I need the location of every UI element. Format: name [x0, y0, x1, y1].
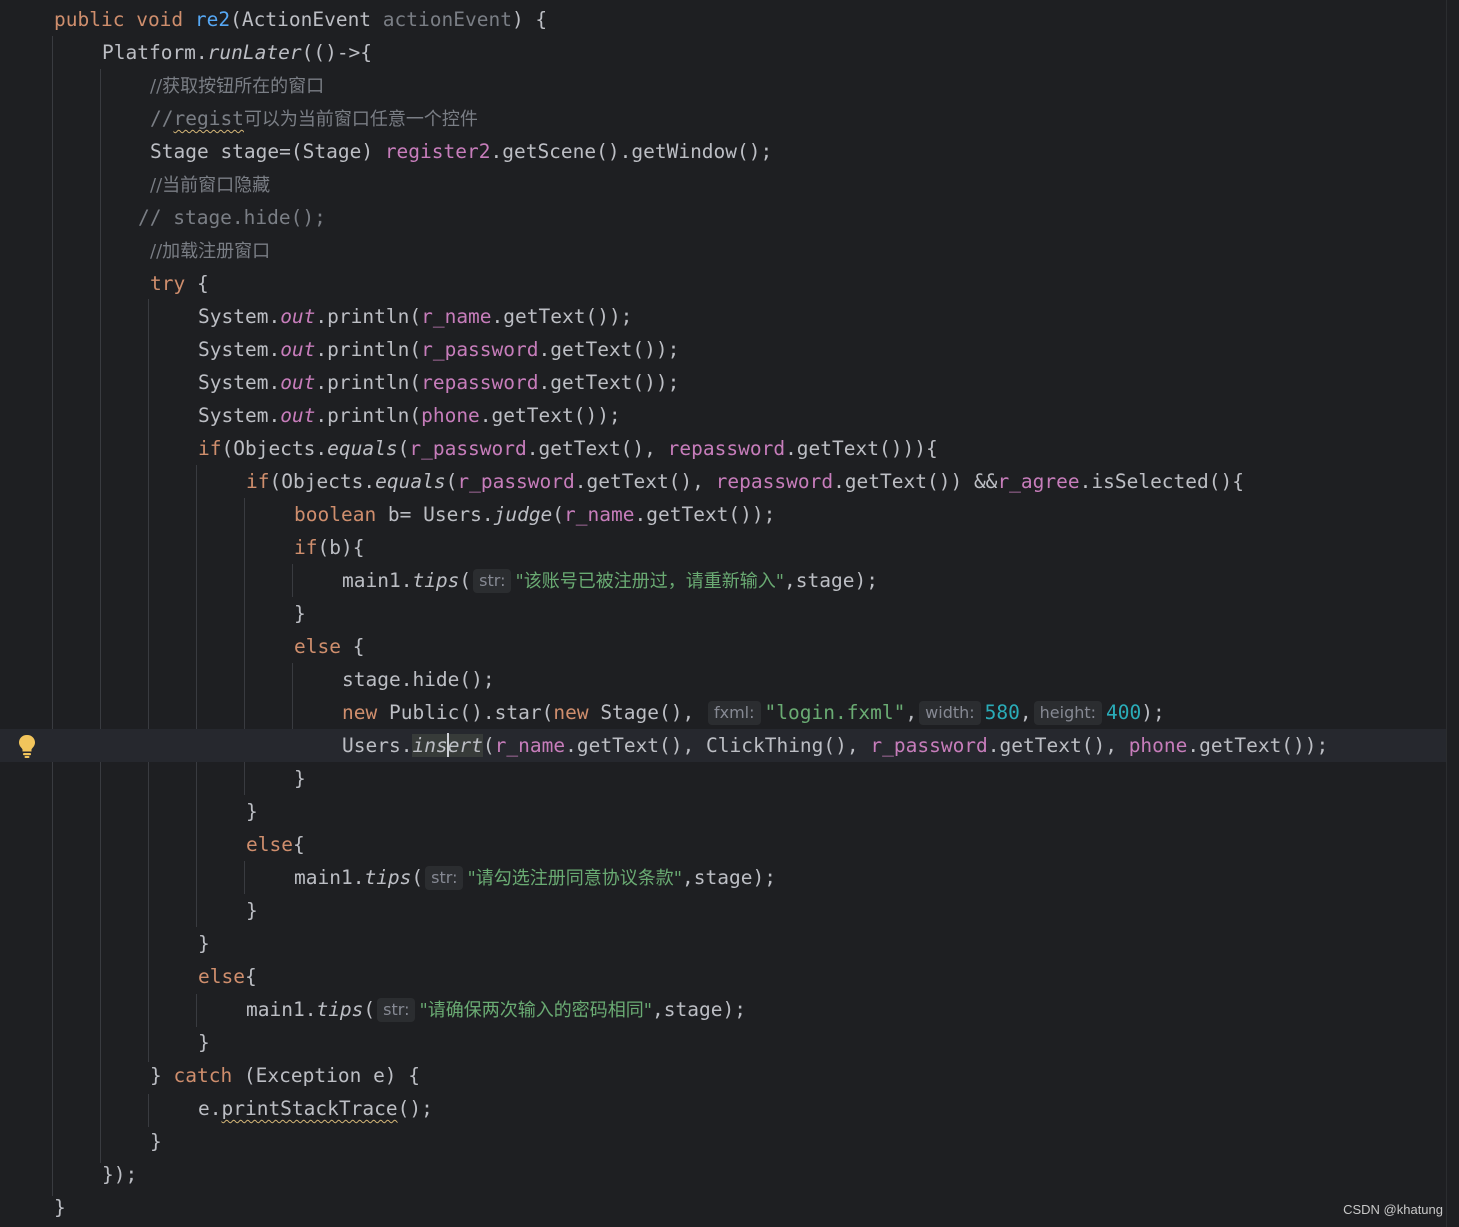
code-editor[interactable]: public void re2(ActionEvent actionEvent)…	[0, 0, 1446, 1227]
comment-line[interactable]: //加载注册窗口	[150, 234, 270, 267]
parameter-hint: str:	[377, 998, 416, 1022]
code-line[interactable]: });	[102, 1158, 137, 1191]
code-line[interactable]: e.printStackTrace();	[198, 1092, 433, 1125]
indent-guide	[52, 36, 53, 1196]
parameter-hint: str:	[473, 569, 512, 593]
intention-bulb-icon[interactable]	[16, 733, 38, 759]
parameter-hint: str:	[425, 866, 464, 890]
code-line[interactable]: System.out.println(r_password.getText())…	[198, 333, 679, 366]
code-line[interactable]: }	[294, 762, 306, 795]
code-line[interactable]: if(Objects.equals(r_password.getText(), …	[198, 432, 938, 465]
indent-guide	[100, 69, 101, 1163]
code-line[interactable]: Users.insert(r_name.getText(), ClickThin…	[342, 729, 1328, 762]
code-line[interactable]: boolean b= Users.judge(r_name.getText())…	[294, 498, 775, 531]
code-line[interactable]: else{	[198, 960, 257, 993]
code-line[interactable]: main1.tips(str: "该账号已被注册过，请重新输入",stage);	[342, 564, 878, 597]
code-line[interactable]: }	[150, 1125, 162, 1158]
parameter-hint: width:	[919, 701, 981, 725]
code-line[interactable]: } catch (Exception e) {	[150, 1059, 420, 1092]
code-line[interactable]: }	[54, 1191, 66, 1224]
comment-line[interactable]: //当前窗口隐藏	[150, 168, 270, 201]
indent-guide	[196, 465, 197, 927]
code-line[interactable]: else{	[246, 828, 305, 861]
code-line[interactable]: }	[246, 795, 258, 828]
code-line[interactable]: main1.tips(str: "请确保两次输入的密码相同",stage);	[246, 993, 746, 1026]
code-line[interactable]: new Public().star(new Stage(), fxml: "log…	[342, 696, 1165, 729]
code-line[interactable]: }	[246, 894, 258, 927]
code-line[interactable]: }	[294, 597, 306, 630]
comment-line[interactable]: //获取按钮所在的窗口	[150, 69, 324, 102]
code-line[interactable]: public void re2(ActionEvent actionEvent)…	[54, 3, 547, 36]
code-line[interactable]: Stage stage=(Stage) register2.getScene()…	[150, 135, 772, 168]
code-line[interactable]: }	[198, 927, 210, 960]
parameter-hint: height:	[1033, 701, 1103, 725]
code-line[interactable]: stage.hide();	[342, 663, 495, 696]
code-line[interactable]: Platform.runLater(()->{	[102, 36, 372, 69]
indent-guide	[196, 994, 197, 1027]
deprecation-warning[interactable]: printStackTrace	[221, 1097, 397, 1120]
code-line[interactable]: System.out.println(repassword.getText())…	[198, 366, 679, 399]
code-line[interactable]: System.out.println(phone.getText());	[198, 399, 621, 432]
code-line[interactable]: System.out.println(r_name.getText());	[198, 300, 632, 333]
vertical-scrollbar[interactable]	[1446, 0, 1459, 1227]
indent-guide	[292, 564, 293, 597]
code-line[interactable]: main1.tips(str: "请勾选注册同意协议条款",stage);	[294, 861, 776, 894]
code-line[interactable]: else {	[294, 630, 364, 663]
indent-guide	[148, 299, 149, 1062]
comment-line[interactable]: // stage.hide();	[138, 201, 326, 234]
indent-guide	[244, 861, 245, 894]
indent-guide	[148, 1094, 149, 1127]
method-insert[interactable]: insert	[412, 733, 483, 757]
comment-line[interactable]: //regist可以为当前窗口任意一个控件	[150, 102, 478, 135]
typo-warning[interactable]: regist	[173, 107, 243, 130]
code-line[interactable]: if(b){	[294, 531, 364, 564]
code-line[interactable]: }	[198, 1026, 210, 1059]
method-name[interactable]: re2	[195, 8, 230, 31]
watermark: CSDN @khatung	[1343, 1202, 1443, 1217]
code-line[interactable]: try {	[150, 267, 209, 300]
code-line[interactable]: if(Objects.equals(r_password.getText(), …	[246, 465, 1244, 498]
parameter-hint: fxml:	[707, 701, 761, 725]
